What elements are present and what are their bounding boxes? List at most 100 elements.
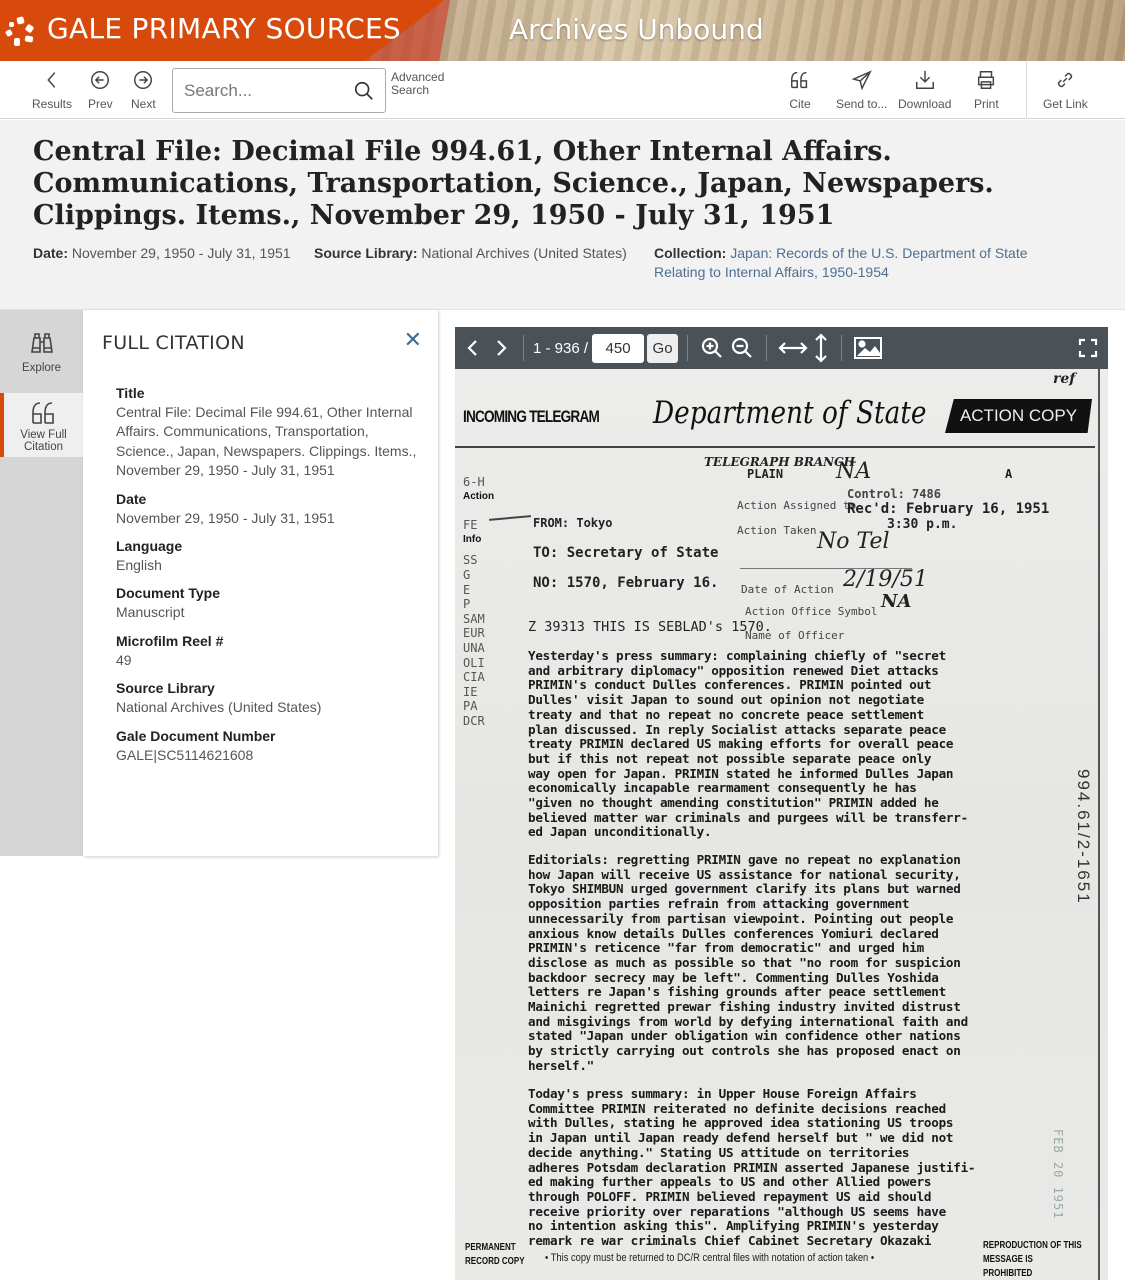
- quote-icon: [31, 402, 54, 424]
- citation-field-language: Language English: [116, 537, 426, 575]
- binoculars-icon: [30, 333, 53, 353]
- code: OLI: [463, 655, 485, 670]
- meta-date: Date: November 29, 1950 - July 31, 1951: [33, 244, 291, 263]
- print-button[interactable]: Print: [974, 61, 999, 119]
- advanced-search-link[interactable]: Advanced Search: [391, 71, 444, 97]
- send-to-button[interactable]: Send to...: [836, 61, 887, 119]
- next-button[interactable]: Next: [131, 61, 156, 119]
- header-banner: GALE PRIMARY SOURCES Archives Unbound: [0, 0, 1125, 61]
- fit-width-button[interactable]: [776, 340, 810, 356]
- advanced-search-line2: Search: [391, 83, 430, 97]
- fit-height-button[interactable]: [810, 333, 832, 363]
- document-header: Central File: Decimal File 994.61, Other…: [0, 120, 1125, 310]
- field-value: English: [116, 557, 162, 574]
- page-number-input[interactable]: [592, 333, 645, 363]
- search-icon[interactable]: [353, 80, 375, 102]
- code: EUR: [463, 626, 485, 641]
- code: SS: [463, 553, 478, 568]
- scan-reference: Z 39313 THIS IS SEBLAD's 1570.: [528, 619, 772, 635]
- code: Action: [463, 490, 495, 502]
- scan-routing-codes: 6-H Action FE Info SS G E P SAM EUR UNA …: [463, 475, 494, 729]
- scan-hand-date: 2/19/51: [843, 567, 928, 592]
- field-label: Title: [116, 385, 145, 401]
- download-label: Download: [898, 97, 952, 111]
- go-button[interactable]: Go: [647, 333, 679, 363]
- meta-source: Source Library: National Archives (Unite…: [314, 244, 627, 263]
- scan-time: 3:30 p.m.: [887, 517, 958, 532]
- citation-field-microfilm-reel: Microfilm Reel # 49: [116, 632, 426, 670]
- scan-hand-na2: NA: [881, 591, 912, 612]
- zoom-in-icon: [701, 337, 722, 358]
- quote-icon: [791, 71, 808, 89]
- scan-hand-notel: No Tel: [817, 529, 890, 554]
- paper-plane-icon: [851, 70, 872, 91]
- field-value: Central File: Decimal File 994.61, Other…: [116, 404, 417, 479]
- fit-width-icon: [778, 342, 808, 354]
- code: SAM: [463, 611, 485, 626]
- field-value: 49: [116, 651, 132, 668]
- meta-source-value: National Archives (United States): [421, 245, 627, 261]
- scan-action-taken: Action Taken: [737, 524, 817, 537]
- cite-button[interactable]: Cite: [789, 61, 811, 119]
- get-link-button[interactable]: Get Link: [1043, 61, 1088, 119]
- field-label: Language: [116, 538, 183, 555]
- zoom-in-button[interactable]: [697, 336, 727, 360]
- scan-letter-a: A: [1005, 467, 1013, 481]
- scan-permanent-record: PERMANENT RECORD COPY: [465, 1241, 525, 1269]
- full-citation-panel: FULL CITATION ✕ Title Central File: Deci…: [83, 310, 438, 856]
- zoom-out-icon: [731, 337, 752, 358]
- field-value: November 29, 1950 - July 31, 1951: [116, 509, 335, 526]
- field-value: Manuscript: [116, 604, 185, 621]
- field-label: Source Library: [116, 680, 215, 697]
- fullscreen-button[interactable]: [1073, 338, 1103, 358]
- repro-line2: MESSAGE IS PROHIBITED: [983, 1254, 1033, 1279]
- document-title: Central File: Decimal File 994.61, Other…: [33, 136, 994, 231]
- explore-label: Explore: [22, 362, 61, 374]
- fullscreen-icon: [1078, 338, 1098, 358]
- code: P: [463, 597, 471, 612]
- close-icon[interactable]: ✕: [404, 329, 422, 351]
- image-settings-button[interactable]: [851, 336, 885, 360]
- search-box: [172, 68, 386, 113]
- divider: [841, 335, 843, 361]
- zoom-out-button[interactable]: [727, 336, 757, 360]
- code: E: [463, 582, 471, 597]
- download-button[interactable]: Download: [898, 61, 951, 119]
- scan-paragraph-2: Editorials: regretting PRIMIN gave no re…: [528, 852, 968, 1073]
- prev-page-button[interactable]: [458, 339, 488, 357]
- meta-source-label: Source Library:: [314, 245, 418, 261]
- search-input[interactable]: [173, 69, 343, 112]
- scan-rule: [455, 446, 1095, 448]
- cite-label: Cite: [789, 97, 811, 111]
- scan-control: Control: 7486: [847, 487, 941, 501]
- print-label: Print: [974, 97, 999, 111]
- scan-hand-na: NA: [836, 459, 872, 484]
- scan-feb-stamp: FEB 20 1951: [1051, 1129, 1065, 1220]
- document-page-image[interactable]: ref INCOMING TELEGRAM Department of Stat…: [455, 369, 1108, 1280]
- collection-link-line2: Relating to Internal Affairs, 1950-1954: [654, 264, 889, 280]
- view-full-citation-tab[interactable]: View Full Citation: [0, 393, 83, 457]
- scan-file-stamp: 994.61/2-1651: [1074, 769, 1093, 905]
- results-button[interactable]: Results: [32, 61, 72, 119]
- scan-department-of-state: Department of State: [653, 395, 927, 431]
- get-link-label: Get Link: [1043, 97, 1088, 111]
- fit-height-icon: [815, 333, 827, 363]
- meta-date-value: November 29, 1950 - July 31, 1951: [71, 245, 291, 261]
- code: PA: [463, 699, 478, 714]
- scan-plain: PLAIN: [747, 467, 784, 481]
- scan-action-assigned: Action Assigned to: [737, 499, 857, 512]
- prev-button[interactable]: Prev: [88, 61, 113, 119]
- scan-no: NO: 1570, February 16.: [533, 575, 719, 591]
- side-rail: Explore View Full Citation: [0, 310, 83, 856]
- brand-name: GALE PRIMARY SOURCES: [47, 12, 402, 45]
- explore-tab[interactable]: Explore: [0, 330, 83, 374]
- divider: [687, 335, 689, 361]
- scan-paragraph-1: Yesterday's press summary: complaining c…: [528, 648, 968, 840]
- page-edge-line: [1098, 369, 1100, 1280]
- field-label: Microfilm Reel #: [116, 632, 224, 649]
- scan-pen-stroke: [488, 515, 532, 521]
- download-icon: [915, 70, 934, 89]
- scan-action-copy: ACTION COPY: [945, 399, 1092, 433]
- arrow-left-circle-icon: [91, 71, 110, 89]
- next-page-button[interactable]: [488, 339, 514, 357]
